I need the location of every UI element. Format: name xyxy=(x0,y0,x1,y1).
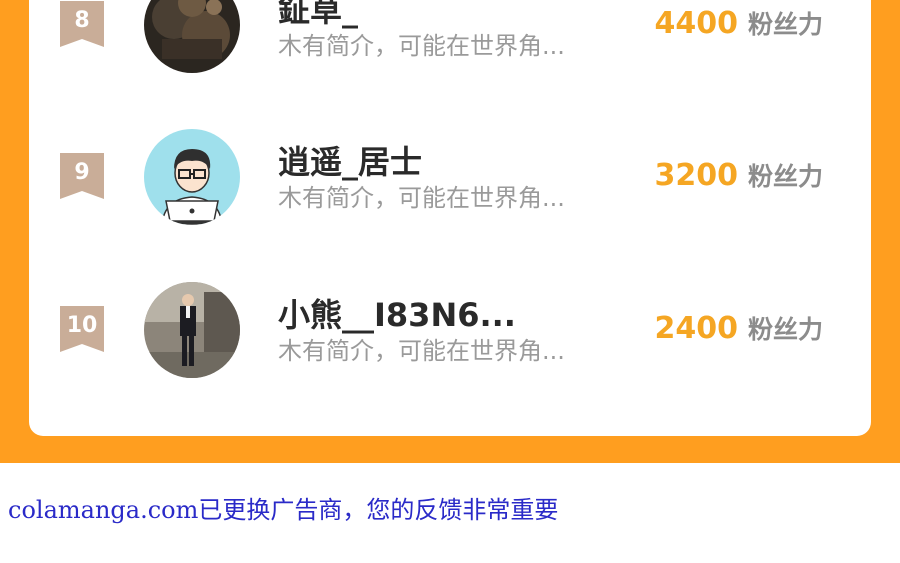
rank-badge: 9 xyxy=(60,153,104,199)
fans-score: 2400 粉丝力 xyxy=(654,309,823,353)
rank-number: 9 xyxy=(74,160,90,185)
username[interactable]: 鉦草_ xyxy=(278,0,358,29)
fans-score: 3200 粉丝力 xyxy=(654,156,823,200)
user-avatar[interactable] xyxy=(144,129,240,225)
user-bio: 木有简介，可能在世界角... xyxy=(278,32,565,60)
ad-notice-text: colamanga.com已更换广告商，您的反馈非常重要 xyxy=(8,496,559,524)
rank-number: 10 xyxy=(66,313,98,338)
fans-count: 2400 xyxy=(654,311,738,346)
rank-number: 8 xyxy=(74,8,90,33)
fans-count: 3200 xyxy=(654,158,738,193)
ranking-card: 8 鉦草_ 木有简介，可能在世界角... 4400 粉丝力 9 逍遥_居士 木有… xyxy=(29,0,871,436)
rank-badge: 10 xyxy=(60,306,104,352)
username[interactable]: 小熊__I83N6... xyxy=(278,296,516,334)
user-bio: 木有简介，可能在世界角... xyxy=(278,337,565,365)
user-avatar[interactable] xyxy=(144,0,240,73)
fans-count: 4400 xyxy=(654,6,738,41)
username[interactable]: 逍遥_居士 xyxy=(278,143,422,181)
user-avatar[interactable] xyxy=(144,282,240,378)
user-bio: 木有简介，可能在世界角... xyxy=(278,184,565,212)
fans-score: 4400 粉丝力 xyxy=(654,4,823,48)
fans-unit: 粉丝力 xyxy=(747,10,823,39)
rank-badge: 8 xyxy=(60,1,104,47)
ranking-panel: 8 鉦草_ 木有简介，可能在世界角... 4400 粉丝力 9 逍遥_居士 木有… xyxy=(0,0,900,463)
fans-unit: 粉丝力 xyxy=(747,162,823,191)
ranking-row[interactable]: 9 逍遥_居士 木有简介，可能在世界角... 3200 粉丝力 xyxy=(29,126,871,226)
ranking-row[interactable]: 10 小熊__I83N6... 木有简介，可能在世界角... 2400 粉丝力 xyxy=(29,279,871,379)
fans-unit: 粉丝力 xyxy=(747,315,823,344)
ranking-row[interactable]: 8 鉦草_ 木有简介，可能在世界角... 4400 粉丝力 xyxy=(29,0,871,74)
